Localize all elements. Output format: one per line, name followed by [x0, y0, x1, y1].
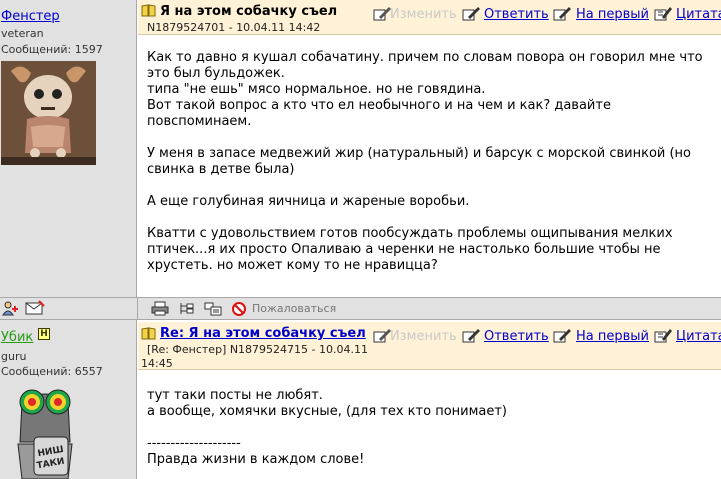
post-text-line: У меня в запасе медвежий жир (натуральны…: [147, 146, 692, 161]
post-text-line: Как то давно я кушал собачатину. причем …: [147, 50, 703, 65]
first-icon: [553, 329, 571, 343]
post-meta: [Re: Фенстер] N1879524715 - 10.04.11: [147, 343, 368, 356]
reply-icon: [462, 329, 480, 343]
post-text-line: хрустеть. но может кому то не нравицца?: [147, 258, 438, 273]
report-link[interactable]: Пожаловаться: [252, 302, 336, 315]
signature-text: Правда жизни в каждом слове!: [147, 452, 365, 467]
post-toolbar: Пожаловаться: [0, 297, 721, 320]
edit-icon: [373, 7, 391, 21]
quote-link[interactable]: Цитата: [676, 329, 721, 344]
post-meta: N1879524701 - 10.04.11 14:42: [147, 21, 321, 34]
post-text-line: свинка в детве была): [147, 162, 295, 177]
avatar[interactable]: [1, 61, 96, 165]
reply-link[interactable]: Ответить: [484, 7, 549, 22]
post-text-line: Вот такой вопрос а кто что ел необычного…: [147, 98, 611, 113]
edit-link[interactable]: Изменить: [390, 329, 457, 344]
first-icon: [553, 7, 571, 21]
post-title: Я на этом собачку съел: [160, 4, 338, 19]
print-icon[interactable]: [151, 301, 169, 316]
post-text-line: птичек...я их просто Опаливаю а черенки …: [147, 242, 661, 257]
message-icon[interactable]: [25, 300, 45, 316]
message-count: Сообщений: 6557: [1, 365, 103, 378]
author-role: veteran: [1, 27, 44, 40]
post-text-line: это был бульдожек.: [147, 66, 285, 81]
author-panel: Убик Н guru Сообщений: 6557 НИШ ТАКИ: [0, 320, 137, 479]
post-header: Я на этом собачку съел N1879524701 - 10.…: [138, 0, 721, 35]
signature-divider: --------------------: [147, 436, 241, 451]
tree-icon[interactable]: [178, 301, 196, 316]
post-header: Re: Я на этом собачку съел [Re: Фенстер]…: [138, 322, 721, 370]
message-count: Сообщений: 1597: [1, 43, 103, 56]
post-text-line: повспоминаем.: [147, 114, 252, 129]
post-title[interactable]: Re: Я на этом собачку съел: [160, 326, 366, 341]
author-role: guru: [1, 350, 27, 363]
edit-icon: [373, 329, 391, 343]
post-text-line: тут таки посты не любят.: [147, 388, 323, 403]
report-icon[interactable]: [231, 301, 247, 316]
post-body: тут таки посты не любят. а вообще, хомяч…: [138, 371, 721, 479]
post-2: Убик Н guru Сообщений: 6557 НИШ ТАКИ Re:…: [0, 320, 721, 479]
avatar[interactable]: НИШ ТАКИ: [10, 382, 80, 479]
add-user-icon[interactable]: [2, 300, 20, 316]
post-text-line: Кватти с удовольствием готов пообсуждать…: [147, 226, 673, 241]
thread-icon[interactable]: [204, 301, 222, 316]
post-1: Фенстер veteran Сообщений: 1597 Я на это…: [0, 0, 721, 320]
edit-link[interactable]: Изменить: [390, 7, 457, 22]
author-panel: Фенстер veteran Сообщений: 1597: [0, 0, 137, 297]
to-first-link[interactable]: На первый: [576, 329, 649, 344]
toolbar-divider: [137, 298, 138, 319]
post-time: 14:45: [141, 357, 173, 370]
to-first-link[interactable]: На первый: [576, 7, 649, 22]
book-icon: [141, 327, 156, 340]
moderator-badge: Н: [38, 328, 50, 340]
quote-link[interactable]: Цитата: [676, 7, 721, 22]
quote-icon: [654, 7, 672, 21]
post-text-line: а вообще, хомячки вкусные, (для тех кто …: [147, 404, 508, 419]
post-text-line: типа "не ешь" мясо нормальное. но не гов…: [147, 82, 486, 97]
author-link[interactable]: Фенстер: [1, 9, 60, 24]
reply-link[interactable]: Ответить: [484, 329, 549, 344]
reply-icon: [462, 7, 480, 21]
post-body: Как то давно я кушал собачатину. причем …: [138, 36, 721, 297]
author-link[interactable]: Убик: [1, 330, 33, 345]
quote-icon: [654, 329, 672, 343]
post-text-line: А еще голубиная яичница и жареные воробь…: [147, 194, 470, 209]
book-icon: [141, 4, 156, 17]
